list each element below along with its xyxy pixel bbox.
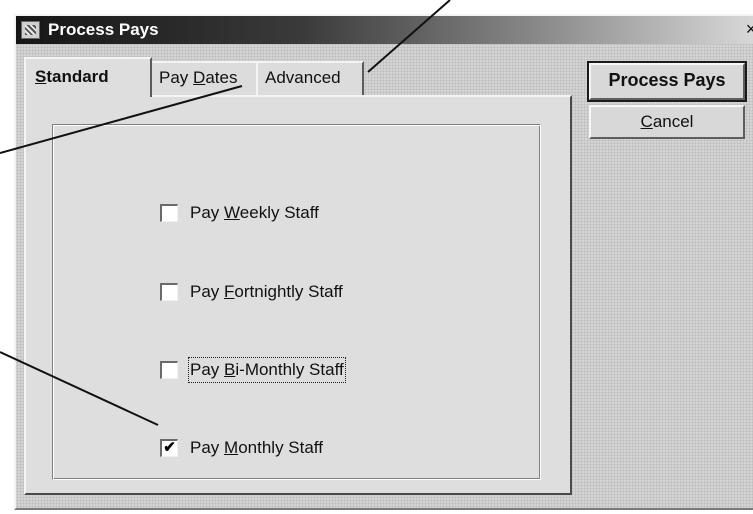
cancel-rest: ancel xyxy=(652,112,694,131)
window-title: Process Pays xyxy=(48,20,159,39)
label-prefix: Pay xyxy=(190,438,225,457)
label-prefix: Pay xyxy=(190,360,225,379)
standard-tab-panel: Pay Weekly Staff Pay Fortnightly Staff P… xyxy=(24,95,572,495)
cancel-button[interactable]: Cancel xyxy=(589,105,745,139)
tab-standard[interactable]: Standard xyxy=(24,57,152,97)
pay-bimonthly-checkbox[interactable] xyxy=(160,361,178,379)
tab-pay-dates-rest: ates xyxy=(205,68,238,87)
label-accel: M xyxy=(224,438,239,457)
pay-weekly-label[interactable]: Pay Weekly Staff xyxy=(190,202,319,224)
pay-options-group: Pay Weekly Staff Pay Fortnightly Staff P… xyxy=(52,124,541,480)
process-pays-dialog: Process Pays × Standard Pay Dates Advanc… xyxy=(14,14,753,510)
tab-advanced-label: Advanced xyxy=(265,68,341,87)
tab-pay-dates-pre: Pay xyxy=(159,68,194,87)
label-prefix: Pay xyxy=(190,203,225,222)
pay-monthly-label[interactable]: Pay Monthly Staff xyxy=(190,437,323,459)
label-accel: W xyxy=(224,203,240,222)
tab-standard-accel: S xyxy=(35,67,47,86)
tab-pay-dates[interactable]: Pay Dates xyxy=(150,61,258,95)
cancel-accel: C xyxy=(640,112,653,131)
app-icon[interactable] xyxy=(21,21,40,39)
label-rest: onthly Staff xyxy=(238,438,323,457)
close-icon[interactable]: × xyxy=(742,19,753,39)
label-accel: F xyxy=(224,282,235,301)
label-rest: ortnightly Staff xyxy=(234,282,343,301)
label-prefix: Pay xyxy=(190,282,225,301)
pay-monthly-checkbox[interactable]: ✔ xyxy=(160,439,178,457)
pay-weekly-checkbox[interactable] xyxy=(160,204,178,222)
label-rest: i-Monthly Staff xyxy=(235,360,344,379)
tab-standard-rest: tandard xyxy=(46,67,109,86)
tab-advanced[interactable]: Advanced xyxy=(256,61,364,95)
pay-bimonthly-label[interactable]: Pay Bi-Monthly Staff xyxy=(188,357,346,383)
process-pays-button[interactable]: Process Pays xyxy=(587,61,747,102)
pay-fortnightly-label[interactable]: Pay Fortnightly Staff xyxy=(190,281,343,303)
title-bar[interactable]: Process Pays × xyxy=(16,16,753,44)
tab-pay-dates-accel: D xyxy=(193,68,206,87)
label-rest: eekly Staff xyxy=(239,203,319,222)
pay-fortnightly-checkbox[interactable] xyxy=(160,283,178,301)
label-accel: B xyxy=(224,360,236,379)
